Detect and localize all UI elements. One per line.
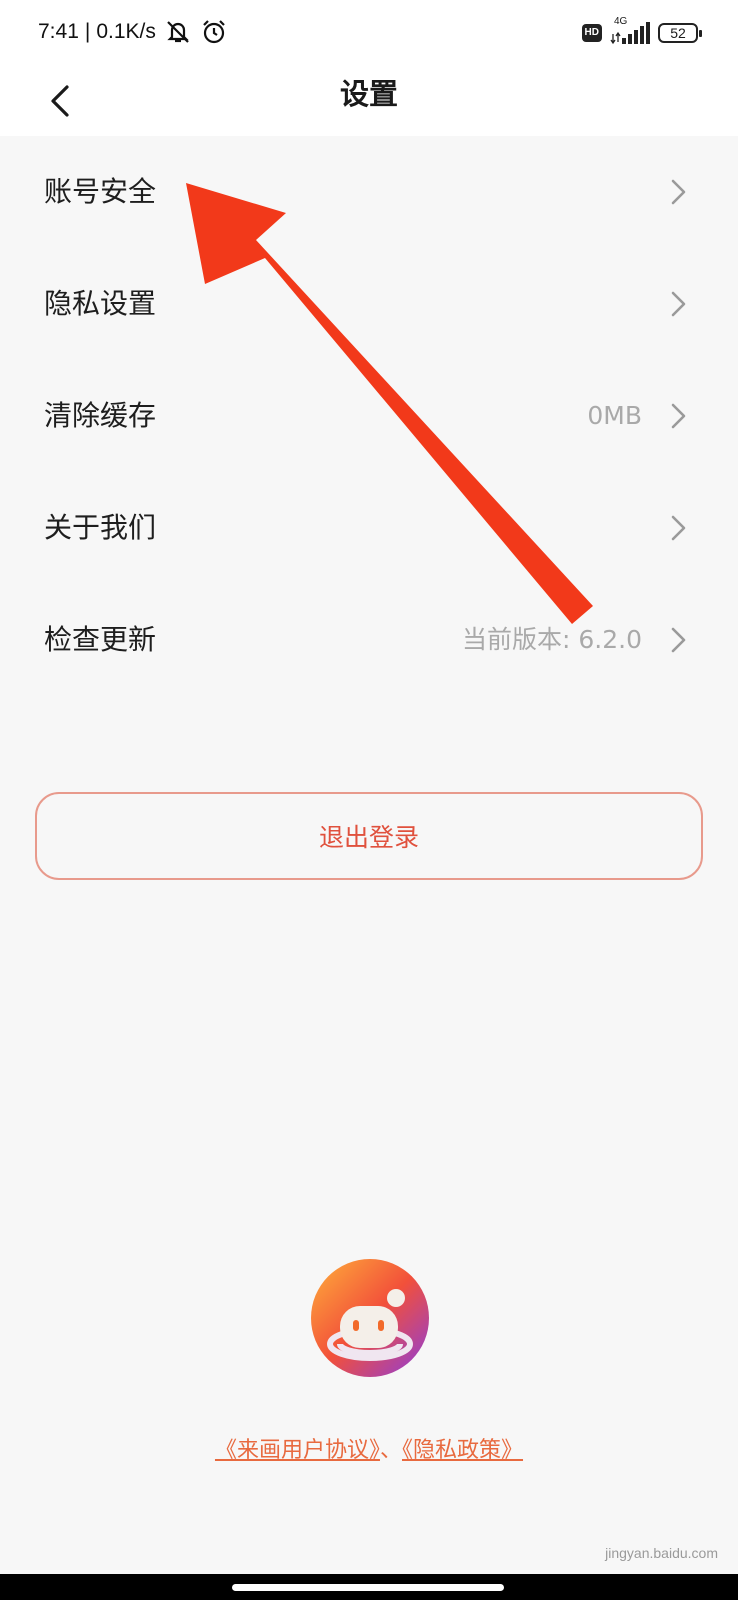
logout-button[interactable]: 退出登录 [35, 792, 703, 880]
settings-item-label: 关于我们 [44, 511, 157, 544]
battery-level: 52 [670, 25, 686, 41]
app-logo [310, 1258, 430, 1378]
network-speed: 0.1K/s [96, 20, 156, 43]
chevron-right-icon [671, 403, 686, 429]
settings-item-account-security[interactable]: 账号安全 [0, 136, 738, 248]
settings-item-label: 账号安全 [44, 175, 157, 208]
battery-icon: 52 [658, 23, 702, 43]
bell-off-icon [164, 18, 192, 46]
user-agreement-link[interactable]: 《来画用户协议》 [215, 1438, 380, 1463]
settings-item-label: 隐私设置 [44, 287, 157, 320]
alarm-icon [200, 18, 228, 46]
settings-item-label: 检查更新 [44, 623, 157, 656]
footer-separator: 、 [379, 1438, 402, 1463]
chevron-right-icon [671, 627, 686, 653]
home-indicator[interactable] [232, 1584, 504, 1591]
status-left: 7:41 | 0.1K/s [38, 14, 228, 50]
settings-item-label: 清除缓存 [44, 399, 157, 432]
settings-item-about-us[interactable]: 关于我们 [0, 472, 738, 584]
version-value: 当前版本: 6.2.0 [462, 625, 642, 654]
app-header: 设置 [0, 66, 738, 136]
settings-item-check-update[interactable]: 检查更新 当前版本: 6.2.0 [0, 584, 738, 696]
footer-links: 《来画用户协议》、《隐私政策》 [0, 1432, 738, 1464]
settings-item-clear-cache[interactable]: 清除缓存 0MB [0, 360, 738, 472]
status-separator: | [84, 20, 91, 43]
chevron-right-icon [671, 179, 686, 205]
hd-badge: HD [581, 24, 602, 42]
signal-icon: 4G [610, 16, 650, 46]
settings-item-privacy[interactable]: 隐私设置 [0, 248, 738, 360]
privacy-policy-link[interactable]: 《隐私政策》 [402, 1438, 523, 1463]
baidu-watermark: jingyan.baidu.com [605, 1545, 718, 1561]
chevron-right-icon [671, 515, 686, 541]
status-time: 7:41 [38, 20, 79, 43]
page-title: 设置 [339, 77, 398, 111]
cache-size-value: 0MB [587, 401, 642, 430]
settings-list: 账号安全 隐私设置 清除缓存 0MB 关于我们 检查更新 当前版本: 6.2.0 [0, 136, 738, 696]
chevron-right-icon [671, 291, 686, 317]
status-bar: 7:41 | 0.1K/s HD 4G 52 [0, 0, 738, 66]
status-right: HD 4G 52 [581, 16, 702, 50]
